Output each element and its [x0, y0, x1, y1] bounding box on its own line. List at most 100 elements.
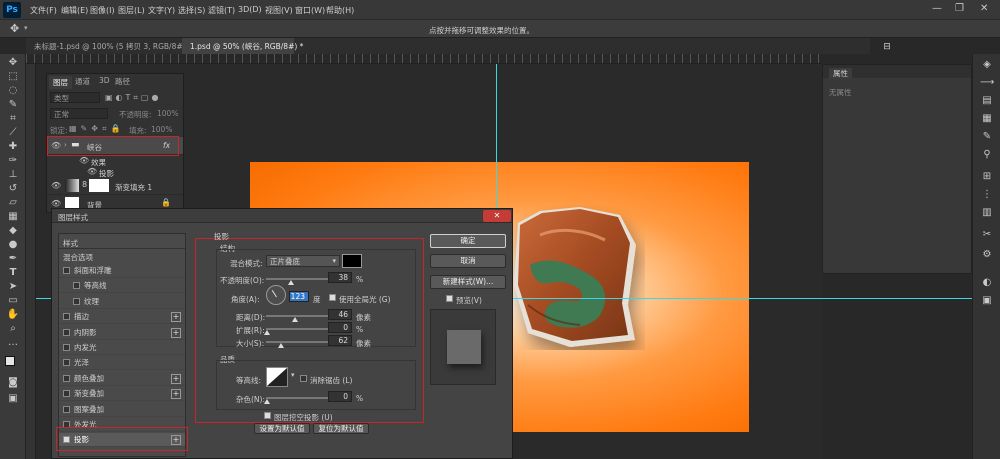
global-light-checkbox[interactable] — [329, 294, 336, 301]
minimize-icon[interactable]: — — [932, 3, 942, 14]
character-icon[interactable]: ⊞ — [980, 170, 994, 184]
style-item[interactable]: 渐变叠加 + — [59, 387, 185, 402]
style-item[interactable]: 等高线 — [59, 279, 185, 294]
menu-file[interactable]: 文件(F) — [30, 5, 57, 16]
style-checkbox[interactable] — [63, 267, 70, 274]
knockout-checkbox[interactable] — [264, 412, 271, 419]
type-icon[interactable]: T — [6, 266, 20, 280]
menu-view[interactable]: 视图(V) — [265, 5, 293, 16]
noise-input[interactable]: 0 — [328, 391, 352, 402]
style-item[interactable]: 光泽 — [59, 356, 185, 371]
menu-edit[interactable]: 编辑(E) — [61, 5, 88, 16]
foreground-color-swatch[interactable] — [5, 356, 15, 366]
layers-icon[interactable]: ▣ — [980, 294, 994, 308]
visibility-eye-icon[interactable]: 👁 — [79, 156, 89, 165]
clone-source-icon[interactable]: ⚲ — [980, 148, 994, 162]
lasso-icon[interactable]: ◌ — [6, 84, 20, 98]
style-checkbox[interactable] — [73, 282, 80, 290]
menu-layer[interactable]: 图层(L) — [118, 5, 145, 16]
swatches-icon[interactable]: ◐ — [980, 276, 994, 290]
preview-checkbox[interactable] — [446, 295, 453, 302]
make-default-button[interactable]: 设置为默认值 — [254, 423, 310, 434]
noise-slider-knob[interactable] — [264, 399, 270, 404]
distance-slider-knob[interactable] — [292, 317, 298, 322]
blending-options[interactable]: 混合选项 — [63, 252, 93, 263]
brush-preset-icon[interactable]: ✎ — [980, 130, 994, 144]
reset-default-button[interactable]: 复位为默认值 — [313, 423, 369, 434]
cancel-button[interactable]: 取消 — [430, 254, 506, 268]
size-input[interactable]: 62 — [328, 335, 352, 346]
filter-icons[interactable]: ▣◐T⌗▢● — [105, 93, 161, 103]
menu-select[interactable]: 选择(S) — [178, 5, 205, 16]
eraser-icon[interactable]: ▱ — [6, 196, 20, 210]
contour-dropdown-icon[interactable]: ▾ — [291, 371, 295, 379]
style-item[interactable]: 纹理 — [59, 295, 185, 309]
menu-filter[interactable]: 滤镜(T) — [208, 5, 235, 16]
photoshop-logo[interactable]: Ps — [3, 2, 21, 18]
menu-type[interactable]: 文字(Y) — [148, 5, 175, 16]
hand-icon[interactable]: ✋ — [6, 308, 20, 322]
zoom-icon[interactable]: ⌕ — [6, 322, 20, 336]
style-item[interactable]: 颜色叠加 + — [59, 372, 185, 386]
style-checkbox[interactable] — [63, 328, 70, 336]
screen-mode-icon[interactable]: ▣ — [6, 392, 20, 406]
move-tool-icon[interactable]: ✥ — [10, 22, 19, 35]
chain-link-icon[interactable]: 8 — [82, 180, 87, 189]
opacity-slider-knob[interactable] — [288, 280, 294, 285]
path-select-icon[interactable]: ➤ — [6, 280, 20, 294]
rectangle-icon[interactable]: ▭ — [6, 294, 20, 308]
style-checkbox[interactable] — [63, 313, 70, 321]
opacity-input[interactable]: 38 — [328, 272, 352, 283]
style-item[interactable]: 内发光 — [59, 341, 185, 355]
tab-properties[interactable]: 属性 — [829, 68, 852, 79]
visibility-eye-icon[interactable]: 👁 — [51, 199, 61, 208]
dialog-close-button[interactable]: ✕ — [483, 210, 511, 222]
style-item[interactable]: 斜面和浮雕 — [59, 264, 185, 278]
fill-value[interactable]: 100% — [151, 125, 172, 134]
tab-channels[interactable]: 通道 — [75, 76, 90, 87]
quick-mask-icon[interactable]: ◙ — [6, 376, 20, 390]
tab-paths[interactable]: 路径 — [115, 76, 130, 87]
marquee-icon[interactable]: ⬚ — [6, 70, 20, 84]
timeline-icon[interactable]: ⚙ — [980, 248, 994, 262]
distance-input[interactable]: 46 — [328, 309, 352, 320]
properties-icon[interactable]: ▦ — [980, 112, 994, 126]
doc-tab-canyon[interactable]: 1.psd @ 50% (峡谷, RGB/8#) * — [182, 38, 303, 54]
style-checkbox[interactable] — [63, 359, 70, 367]
opacity-value[interactable]: 100% — [157, 109, 178, 118]
layer-kind-filter[interactable]: 类型 — [50, 92, 100, 103]
new-style-button[interactable]: 新建样式(W)... — [430, 275, 506, 289]
spread-slider-knob[interactable] — [264, 330, 270, 335]
style-item[interactable]: 描边 + — [59, 310, 185, 325]
dialog-titlebar[interactable]: 图层样式 — [52, 209, 512, 223]
blur-icon[interactable]: ◆ — [6, 224, 20, 238]
adjust-icon[interactable]: ⟶ — [980, 76, 994, 90]
angle-dial[interactable] — [266, 285, 286, 305]
mask-thumbnail[interactable] — [89, 179, 109, 192]
add-style-icon[interactable]: + — [171, 389, 181, 400]
quick-select-icon[interactable]: ✎ — [6, 98, 20, 112]
angle-input[interactable]: 123 — [289, 291, 309, 302]
stamp-icon[interactable]: ⊥ — [6, 168, 20, 182]
menu-image[interactable]: 图像(I) — [90, 5, 115, 16]
spread-input[interactable]: 0 — [328, 322, 352, 333]
shadow-blend-mode-select[interactable]: 正片叠底 ▾ — [266, 255, 340, 267]
tab-layers[interactable]: 图层 — [49, 76, 72, 89]
spread-slider[interactable] — [266, 328, 328, 330]
gradient-icon[interactable]: ▦ — [6, 210, 20, 224]
add-style-icon[interactable]: + — [171, 312, 181, 323]
collapse-panels-icon[interactable]: ⊟ — [879, 42, 895, 56]
layer-row-effects[interactable]: 👁 效果 — [47, 155, 183, 167]
tool-preset-dropdown-icon[interactable]: ▾ — [24, 24, 28, 32]
paragraph-icon[interactable]: ⋮ — [980, 188, 994, 202]
add-style-icon[interactable]: + — [171, 327, 181, 338]
brush-icon[interactable]: ✑ — [6, 154, 20, 168]
move-icon[interactable]: ✥ — [6, 56, 20, 70]
tab-3d[interactable]: 3D — [99, 76, 110, 85]
lock-icons[interactable]: ▦✎✥⌗🔒 — [69, 124, 124, 134]
style-item[interactable]: 内阴影 + — [59, 326, 185, 340]
visibility-eye-icon[interactable]: 👁 — [51, 181, 61, 190]
style-checkbox[interactable] — [73, 297, 80, 305]
style-item[interactable]: 图案叠加 — [59, 403, 185, 417]
history-brush-icon[interactable]: ↺ — [6, 182, 20, 196]
